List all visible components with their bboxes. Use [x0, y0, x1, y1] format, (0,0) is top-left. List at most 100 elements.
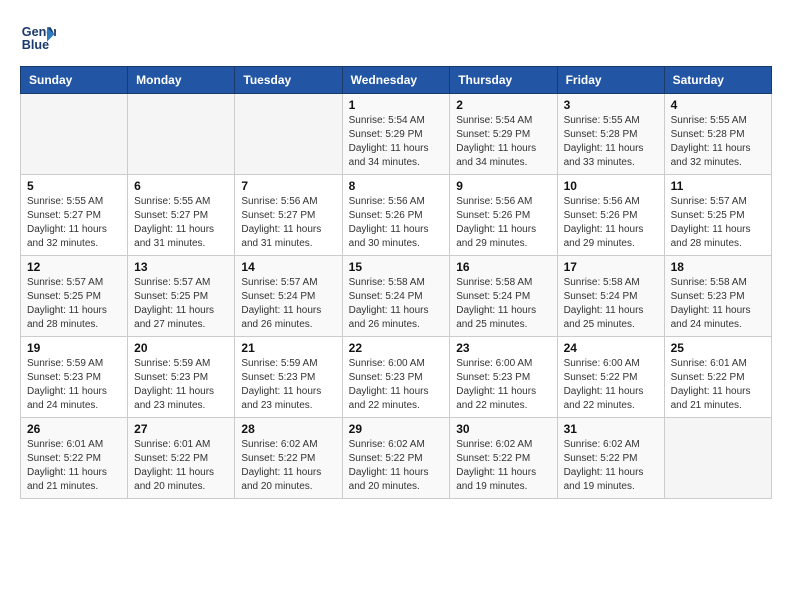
- day-cell: 30 Sunrise: 6:02 AM Sunset: 5:22 PM Dayli…: [450, 418, 557, 499]
- day-detail: Sunrise: 6:02 AM Sunset: 5:22 PM Dayligh…: [349, 438, 444, 494]
- day-number: 12: [27, 260, 121, 274]
- day-number: 21: [241, 341, 335, 355]
- day-cell: 7 Sunrise: 5:56 AM Sunset: 5:27 PM Daylig…: [235, 175, 342, 256]
- day-cell: 1 Sunrise: 5:54 AM Sunset: 5:29 PM Daylig…: [342, 94, 450, 175]
- day-number: 14: [241, 260, 335, 274]
- day-cell: 14 Sunrise: 5:57 AM Sunset: 5:24 PM Dayli…: [235, 256, 342, 337]
- day-number: 18: [671, 260, 765, 274]
- day-number: 4: [671, 98, 765, 112]
- day-cell: 10Sunrise: 5:56 AM Sunset: 5:26 PM Dayli…: [557, 175, 664, 256]
- day-detail: Sunrise: 5:56 AM Sunset: 5:26 PM Dayligh…: [456, 195, 550, 251]
- logo: General Blue: [20, 20, 60, 56]
- day-cell: 22Sunrise: 6:00 AM Sunset: 5:23 PM Dayli…: [342, 337, 450, 418]
- day-cell: 13 Sunrise: 5:57 AM Sunset: 5:25 PM Dayli…: [128, 256, 235, 337]
- day-cell: 17 Sunrise: 5:58 AM Sunset: 5:24 PM Dayli…: [557, 256, 664, 337]
- day-detail: Sunrise: 5:57 AM Sunset: 5:24 PM Dayligh…: [241, 276, 335, 332]
- day-number: 28: [241, 422, 335, 436]
- day-number: 23: [456, 341, 550, 355]
- calendar-table: SundayMondayTuesdayWednesdayThursdayFrid…: [20, 66, 772, 499]
- day-number: 25: [671, 341, 765, 355]
- day-detail: Sunrise: 5:58 AM Sunset: 5:24 PM Dayligh…: [456, 276, 550, 332]
- day-cell: 9 Sunrise: 5:56 AM Sunset: 5:26 PM Daylig…: [450, 175, 557, 256]
- day-number: 8: [349, 179, 444, 193]
- day-cell: 29 Sunrise: 6:02 AM Sunset: 5:22 PM Dayli…: [342, 418, 450, 499]
- day-detail: Sunrise: 6:00 AM Sunset: 5:22 PM Dayligh…: [564, 357, 658, 413]
- day-number: 29: [349, 422, 444, 436]
- day-number: 13: [134, 260, 228, 274]
- day-cell: [128, 94, 235, 175]
- day-number: 10: [564, 179, 658, 193]
- day-detail: Sunrise: 5:58 AM Sunset: 5:24 PM Dayligh…: [564, 276, 658, 332]
- day-cell: 15 Sunrise: 5:58 AM Sunset: 5:24 PM Dayli…: [342, 256, 450, 337]
- day-number: 16: [456, 260, 550, 274]
- day-number: 9: [456, 179, 550, 193]
- day-detail: Sunrise: 5:56 AM Sunset: 5:27 PM Dayligh…: [241, 195, 335, 251]
- week-row-5: 26 Sunrise: 6:01 AM Sunset: 5:22 PM Dayli…: [21, 418, 772, 499]
- day-detail: Sunrise: 6:01 AM Sunset: 5:22 PM Dayligh…: [27, 438, 121, 494]
- day-number: 19: [27, 341, 121, 355]
- day-cell: 21 Sunrise: 5:59 AM Sunset: 5:23 PM Dayli…: [235, 337, 342, 418]
- day-number: 24: [564, 341, 658, 355]
- calendar-header: SundayMondayTuesdayWednesdayThursdayFrid…: [21, 67, 772, 94]
- day-header-wednesday: Wednesday: [342, 67, 450, 94]
- day-detail: Sunrise: 6:02 AM Sunset: 5:22 PM Dayligh…: [456, 438, 550, 494]
- logo-icon: General Blue: [20, 20, 56, 56]
- day-cell: 4 Sunrise: 5:55 AM Sunset: 5:28 PM Daylig…: [664, 94, 771, 175]
- day-header-tuesday: Tuesday: [235, 67, 342, 94]
- day-cell: 27 Sunrise: 6:01 AM Sunset: 5:22 PM Dayli…: [128, 418, 235, 499]
- day-cell: 20 Sunrise: 5:59 AM Sunset: 5:23 PM Dayli…: [128, 337, 235, 418]
- day-cell: 23 Sunrise: 6:00 AM Sunset: 5:23 PM Dayli…: [450, 337, 557, 418]
- day-number: 7: [241, 179, 335, 193]
- day-cell: 12Sunrise: 5:57 AM Sunset: 5:25 PM Dayli…: [21, 256, 128, 337]
- day-cell: 16 Sunrise: 5:58 AM Sunset: 5:24 PM Dayli…: [450, 256, 557, 337]
- day-detail: Sunrise: 5:59 AM Sunset: 5:23 PM Dayligh…: [27, 357, 121, 413]
- day-detail: Sunrise: 5:57 AM Sunset: 5:25 PM Dayligh…: [134, 276, 228, 332]
- day-cell: 6Sunrise: 5:55 AM Sunset: 5:27 PM Daylig…: [128, 175, 235, 256]
- week-row-4: 19 Sunrise: 5:59 AM Sunset: 5:23 PM Dayli…: [21, 337, 772, 418]
- week-row-2: 5Sunrise: 5:55 AM Sunset: 5:27 PM Daylig…: [21, 175, 772, 256]
- day-detail: Sunrise: 6:00 AM Sunset: 5:23 PM Dayligh…: [456, 357, 550, 413]
- day-cell: 5Sunrise: 5:55 AM Sunset: 5:27 PM Daylig…: [21, 175, 128, 256]
- day-cell: 24 Sunrise: 6:00 AM Sunset: 5:22 PM Dayli…: [557, 337, 664, 418]
- day-number: 11: [671, 179, 765, 193]
- day-header-saturday: Saturday: [664, 67, 771, 94]
- day-cell: [235, 94, 342, 175]
- day-number: 31: [564, 422, 658, 436]
- day-number: 20: [134, 341, 228, 355]
- day-number: 17: [564, 260, 658, 274]
- day-number: 22: [349, 341, 444, 355]
- day-detail: Sunrise: 6:01 AM Sunset: 5:22 PM Dayligh…: [134, 438, 228, 494]
- svg-text:Blue: Blue: [22, 38, 49, 52]
- day-cell: [21, 94, 128, 175]
- week-row-3: 12 Sunrise: 5:57 AM Sunset: 5:25 PM Dayli…: [21, 256, 772, 337]
- day-number: 27: [134, 422, 228, 436]
- day-cell: 8 Sunrise: 5:56 AM Sunset: 5:26 PM Daylig…: [342, 175, 450, 256]
- days-of-week-row: SundayMondayTuesdayWednesdayThursdayFrid…: [21, 67, 772, 94]
- day-number: 15: [349, 260, 444, 274]
- day-detail: Sunrise: 5:54 AM Sunset: 5:29 PM Dayligh…: [349, 114, 444, 170]
- day-detail: Sunrise: 5:54 AM Sunset: 5:29 PM Dayligh…: [456, 114, 550, 170]
- day-number: 1: [349, 98, 444, 112]
- day-detail: Sunrise: 6:02 AM Sunset: 5:22 PM Dayligh…: [564, 438, 658, 494]
- day-cell: 25Sunrise: 6:01 AM Sunset: 5:22 PM Dayli…: [664, 337, 771, 418]
- day-detail: Sunrise: 5:59 AM Sunset: 5:23 PM Dayligh…: [134, 357, 228, 413]
- day-cell: 31 Sunrise: 6:02 AM Sunset: 5:22 PM Dayli…: [557, 418, 664, 499]
- day-number: 2: [456, 98, 550, 112]
- day-cell: 26 Sunrise: 6:01 AM Sunset: 5:22 PM Dayli…: [21, 418, 128, 499]
- day-detail: Sunrise: 5:59 AM Sunset: 5:23 PM Dayligh…: [241, 357, 335, 413]
- day-detail: Sunrise: 5:57 AM Sunset: 5:25 PM Dayligh…: [671, 195, 765, 251]
- day-detail: Sunrise: 6:02 AM Sunset: 5:22 PM Dayligh…: [241, 438, 335, 494]
- day-detail: Sunrise: 5:58 AM Sunset: 5:24 PM Dayligh…: [349, 276, 444, 332]
- day-detail: Sunrise: 5:56 AM Sunset: 5:26 PM Dayligh…: [349, 195, 444, 251]
- day-number: 3: [564, 98, 658, 112]
- day-cell: 2 Sunrise: 5:54 AM Sunset: 5:29 PM Daylig…: [450, 94, 557, 175]
- day-detail: Sunrise: 5:55 AM Sunset: 5:28 PM Dayligh…: [671, 114, 765, 170]
- day-number: 26: [27, 422, 121, 436]
- day-header-friday: Friday: [557, 67, 664, 94]
- day-cell: 3Sunrise: 5:55 AM Sunset: 5:28 PM Daylig…: [557, 94, 664, 175]
- day-number: 30: [456, 422, 550, 436]
- day-header-sunday: Sunday: [21, 67, 128, 94]
- day-cell: 18 Sunrise: 5:58 AM Sunset: 5:23 PM Dayli…: [664, 256, 771, 337]
- day-header-thursday: Thursday: [450, 67, 557, 94]
- day-detail: Sunrise: 5:58 AM Sunset: 5:23 PM Dayligh…: [671, 276, 765, 332]
